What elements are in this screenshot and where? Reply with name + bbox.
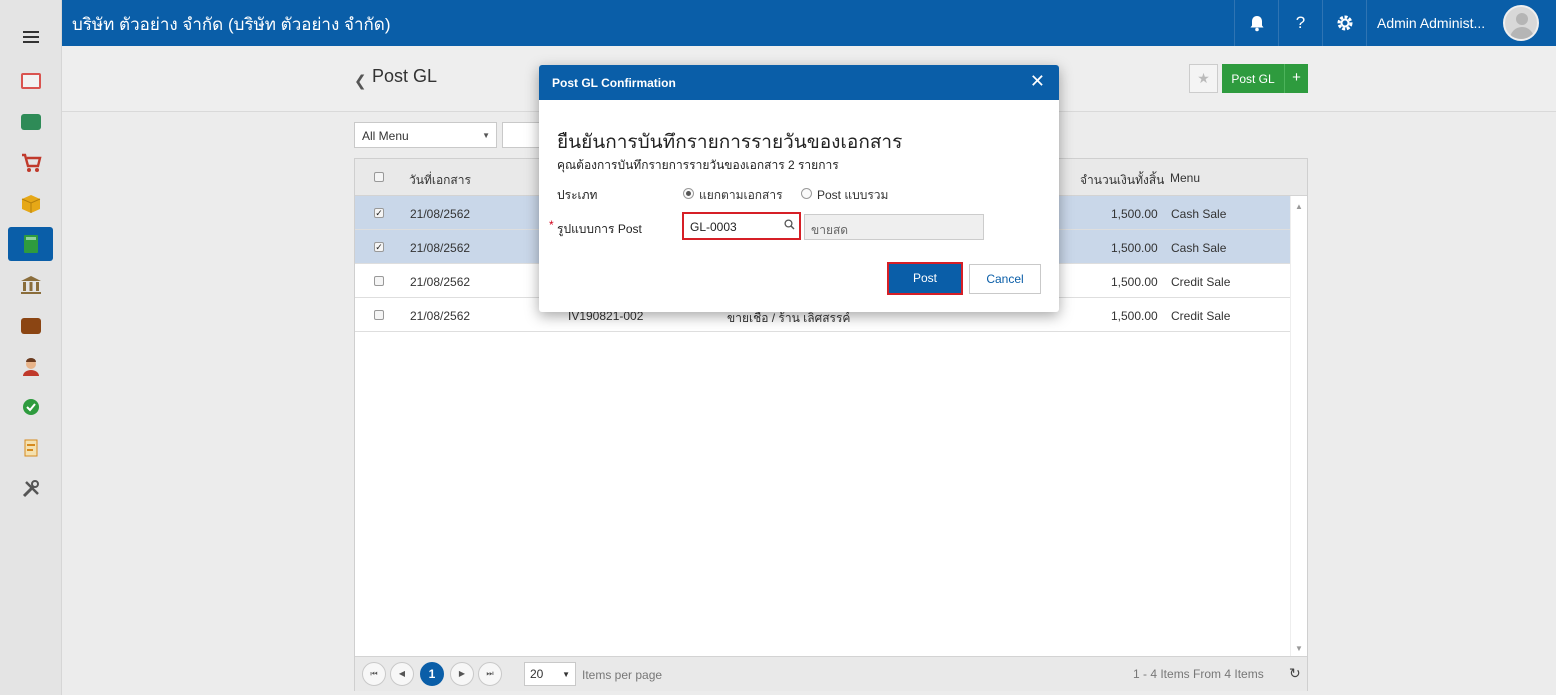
refresh-icon[interactable]: ↻ bbox=[1289, 665, 1301, 682]
radio-separate[interactable] bbox=[683, 188, 694, 199]
sidebar-item-accounting[interactable] bbox=[8, 227, 53, 261]
user-menu[interactable]: Admin Administ... bbox=[1366, 0, 1556, 46]
star-icon: ★ bbox=[1197, 70, 1210, 86]
dashboard-icon bbox=[20, 73, 41, 89]
type-label: ประเภท bbox=[557, 188, 598, 202]
sidebar-item-approve[interactable] bbox=[8, 390, 53, 424]
box-icon bbox=[21, 195, 40, 213]
next-page-button[interactable]: ▶ bbox=[450, 662, 474, 686]
help-icon[interactable]: ? bbox=[1278, 0, 1322, 46]
post-format-code-value: GL-0003 bbox=[690, 220, 737, 234]
company-name: บริษัท ตัวอย่าง จำกัด (บริษัท ตัวอย่าง จ… bbox=[72, 15, 391, 34]
cash-icon bbox=[20, 114, 41, 130]
row-amount: 1,500.00 bbox=[1111, 207, 1158, 221]
caret-down-icon: ▼ bbox=[482, 131, 490, 140]
sidebar-item-dashboard[interactable] bbox=[8, 64, 53, 98]
first-page-button[interactable]: ⏮ bbox=[362, 662, 386, 686]
avatar[interactable] bbox=[1503, 5, 1540, 41]
row-date: 21/08/2562 bbox=[410, 241, 471, 255]
top-bar: บริษัท ตัวอย่าง จำกัด (บริษัท ตัวอย่าง จ… bbox=[0, 0, 1556, 46]
post-button[interactable]: Post bbox=[887, 262, 963, 295]
search-icon[interactable] bbox=[784, 219, 795, 233]
person-icon bbox=[22, 358, 39, 376]
hamburger-menu-icon[interactable] bbox=[23, 31, 39, 45]
sidebar-item-cash[interactable] bbox=[8, 105, 53, 139]
dialog-title: Post GL Confirmation bbox=[552, 76, 676, 90]
row-date: 21/08/2562 bbox=[410, 207, 471, 221]
row-menu: Cash Sale bbox=[1171, 241, 1227, 255]
scroll-up-icon[interactable]: ▲ bbox=[1295, 202, 1303, 211]
sidebar-item-wallet[interactable] bbox=[8, 309, 53, 343]
row-amount: 1,500.00 bbox=[1111, 275, 1158, 289]
user-name: Admin Administ... bbox=[1377, 15, 1486, 31]
column-header-amount[interactable]: จำนวนเงินทั้งสิ้น bbox=[1080, 171, 1164, 190]
tools-icon bbox=[22, 480, 39, 498]
post-gl-label: Post GL bbox=[1231, 71, 1275, 86]
radio-combined[interactable] bbox=[801, 188, 812, 199]
row-checkbox[interactable] bbox=[374, 310, 384, 320]
pager-info: 1 - 4 Items From 4 Items bbox=[1133, 667, 1264, 681]
scroll-down-icon[interactable]: ▼ bbox=[1295, 644, 1303, 653]
favorite-star-button[interactable]: ★ bbox=[1189, 64, 1218, 93]
format-label: * รูปแบบการ Post bbox=[549, 218, 642, 236]
close-icon[interactable]: ✕ bbox=[1030, 72, 1045, 90]
menu-filter-select[interactable]: All Menu ▼ bbox=[354, 122, 497, 148]
row-checkbox[interactable]: ✓ bbox=[374, 242, 384, 252]
top-bar-actions: ? Admin Administ... bbox=[1234, 0, 1556, 46]
sidebar-item-sales[interactable] bbox=[8, 146, 53, 180]
select-all-checkbox[interactable] bbox=[374, 172, 384, 182]
caret-down-icon: ▼ bbox=[562, 670, 570, 679]
plus-icon[interactable]: + bbox=[1284, 64, 1308, 93]
page-title: Post GL bbox=[372, 66, 438, 86]
post-format-code-input[interactable]: GL-0003 bbox=[682, 212, 801, 240]
grid-scrollbar[interactable]: ▲ ▼ bbox=[1290, 196, 1307, 657]
report-icon bbox=[24, 439, 37, 457]
sidebar-item-bank[interactable] bbox=[8, 268, 53, 302]
check-circle-icon bbox=[22, 399, 39, 415]
settings-icon[interactable] bbox=[1322, 0, 1366, 46]
row-date: 21/08/2562 bbox=[410, 275, 471, 289]
last-page-button[interactable]: ⏭ bbox=[478, 662, 502, 686]
page-size-select[interactable]: 20 ▼ bbox=[524, 662, 576, 686]
sidebar-item-inventory[interactable] bbox=[8, 187, 53, 221]
row-menu: Cash Sale bbox=[1171, 207, 1227, 221]
radio-combined-label[interactable]: Post แบบรวม bbox=[817, 186, 888, 205]
bank-icon bbox=[20, 276, 41, 294]
date-filter-input[interactable] bbox=[502, 122, 542, 148]
row-amount: 1,500.00 bbox=[1111, 309, 1158, 323]
sidebar-item-tools[interactable] bbox=[8, 472, 53, 506]
post-gl-button[interactable]: Post GL + bbox=[1222, 64, 1308, 93]
dialog-header: Post GL Confirmation ✕ bbox=[539, 65, 1059, 100]
row-checkbox[interactable]: ✓ bbox=[374, 208, 384, 218]
grid-pager: ⏮ ◀ 1 ▶ ⏭ 20 ▼ Items per page 1 - 4 Item… bbox=[355, 656, 1307, 691]
row-menu: Credit Sale bbox=[1171, 275, 1231, 289]
page-size-value: 20 bbox=[530, 667, 544, 681]
items-per-page-label: Items per page bbox=[582, 668, 663, 682]
cart-icon bbox=[21, 153, 42, 172]
required-asterisk: * bbox=[549, 218, 554, 232]
sidebar-item-report[interactable] bbox=[8, 431, 53, 465]
post-format-name-field: ขายสด bbox=[804, 214, 984, 240]
sidebar-item-hr[interactable] bbox=[8, 350, 53, 384]
row-amount: 1,500.00 bbox=[1111, 241, 1158, 255]
menu-filter-value: All Menu bbox=[362, 129, 409, 143]
cancel-button[interactable]: Cancel bbox=[969, 264, 1041, 294]
row-menu: Credit Sale bbox=[1171, 309, 1231, 323]
row-date: 21/08/2562 bbox=[410, 309, 471, 323]
dialog-heading: ยืนยันการบันทึกรายการรายวันของเอกสาร bbox=[557, 132, 903, 153]
column-header-menu[interactable]: Menu bbox=[1170, 171, 1200, 185]
row-checkbox[interactable] bbox=[374, 276, 384, 286]
book-icon bbox=[23, 235, 38, 253]
column-header-date[interactable]: วันที่เอกสาร bbox=[409, 171, 471, 190]
sidebar bbox=[0, 0, 62, 695]
prev-page-button[interactable]: ◀ bbox=[390, 662, 414, 686]
bell-icon[interactable] bbox=[1234, 0, 1278, 46]
back-chevron-icon[interactable]: ❮ bbox=[354, 72, 367, 90]
dialog-subheading: คุณต้องการบันทึกรายการรายวันของเอกสาร 2 … bbox=[557, 158, 839, 172]
post-gl-confirmation-dialog: Post GL Confirmation ✕ ยืนยันการบันทึกรา… bbox=[539, 65, 1059, 312]
wallet-icon bbox=[20, 318, 41, 334]
current-page-button[interactable]: 1 bbox=[420, 662, 444, 686]
radio-separate-label[interactable]: แยกตามเอกสาร bbox=[699, 186, 783, 205]
